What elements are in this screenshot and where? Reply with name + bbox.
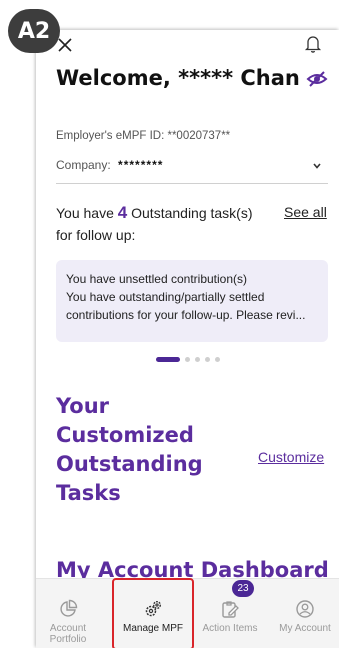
eye-slash-icon[interactable] (306, 70, 328, 88)
step-badge: A2 (8, 9, 60, 53)
heading-line: Customized (56, 423, 194, 447)
company-select[interactable]: Company: ******** (56, 158, 328, 184)
action-items-badge: 23 (232, 580, 254, 597)
carousel-dot[interactable] (195, 356, 200, 362)
task-card[interactable]: You have unsettled contribution(s) You h… (56, 260, 328, 342)
tab-action-items[interactable]: Action Items (194, 579, 266, 648)
bell-icon[interactable] (304, 34, 322, 54)
pie-chart-icon (60, 599, 78, 617)
user-circle-icon (296, 600, 314, 618)
carousel-dot-active[interactable] (156, 356, 180, 362)
tasks-prefix: You have (56, 205, 114, 221)
tab-label: My Account (279, 623, 331, 634)
clipboard-edit-icon (222, 601, 239, 618)
tasks-suffix: Outstanding task(s) (131, 205, 253, 221)
app-screen: Welcome, ***** Chan Employer's eMPF ID: … (36, 30, 339, 648)
company-label: Company: (56, 158, 111, 172)
carousel-dot[interactable] (185, 356, 190, 362)
tasks-line2: for follow up: (56, 227, 136, 243)
employer-id: Employer's eMPF ID: **0020737** (56, 130, 231, 142)
company-value: ******** (118, 158, 164, 172)
card-line-3: contributions for your follow-up. Please… (66, 308, 306, 322)
close-icon[interactable] (56, 36, 74, 54)
tab-label: Action Items (202, 623, 258, 634)
carousel-dot[interactable] (205, 356, 210, 362)
tab-my-account[interactable]: My Account (272, 579, 338, 648)
tab-label: Account Portfolio (49, 623, 87, 645)
heading-line: Outstanding (56, 452, 203, 476)
card-line-2: You have outstanding/partially settled (66, 290, 265, 304)
heading-line: Your (56, 394, 110, 418)
chevron-down-icon (313, 163, 321, 169)
highlight-box (112, 578, 194, 648)
card-line-1: You have unsettled contribution(s) (66, 272, 248, 286)
welcome-title: Welcome, ***** Chan (56, 66, 300, 90)
tasks-count: 4 (117, 203, 128, 222)
carousel-indicator[interactable] (156, 356, 220, 362)
customized-tasks-heading: Your Customized Outstanding Tasks (56, 392, 246, 508)
customize-link[interactable]: Customize (258, 449, 324, 465)
tab-account-portfolio[interactable]: Account Portfolio (40, 579, 96, 648)
heading-line: Tasks (56, 481, 121, 505)
carousel-dot[interactable] (215, 356, 220, 362)
see-all-link[interactable]: See all (284, 204, 327, 220)
